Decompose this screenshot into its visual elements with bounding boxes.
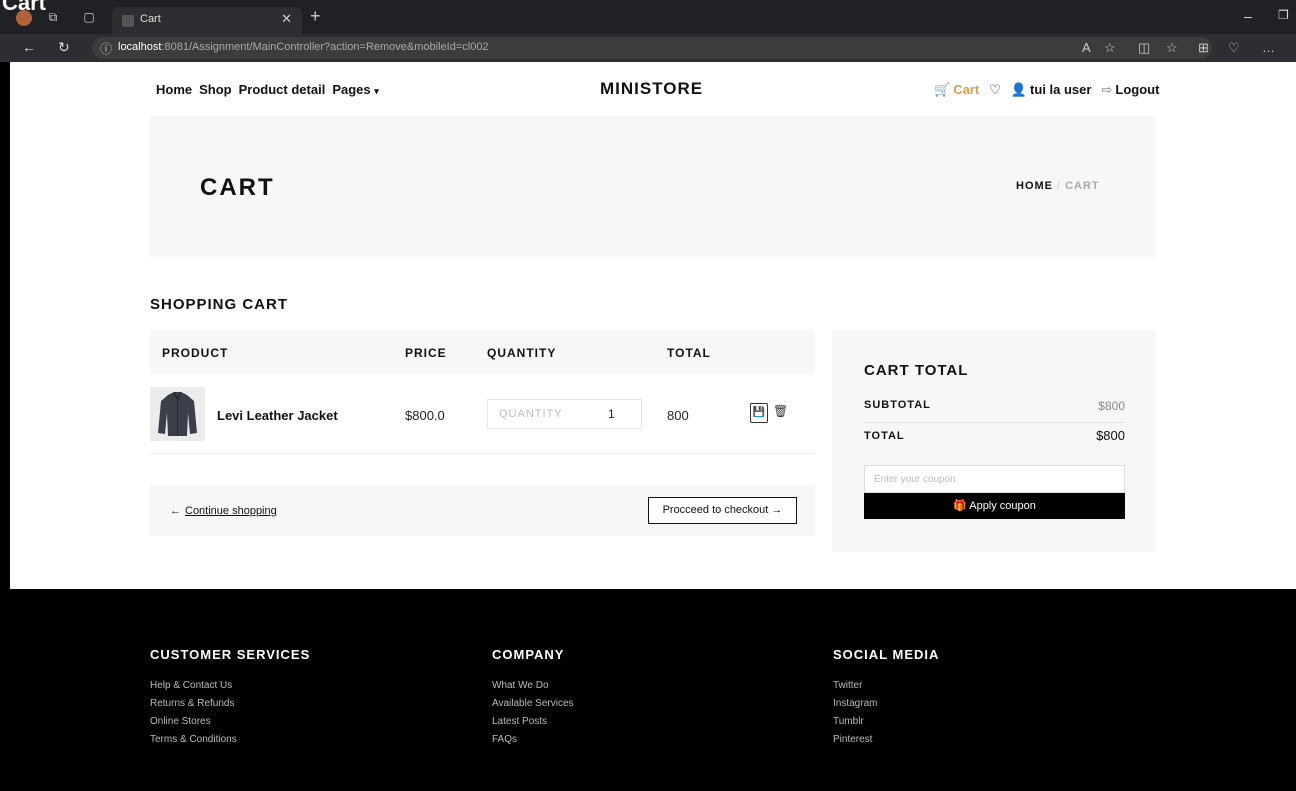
footer-link[interactable]: Returns & Refunds <box>150 695 310 713</box>
nav-user[interactable]: 👤 tui la user <box>1011 82 1092 98</box>
product-name[interactable]: Levi Leather Jacket <box>217 408 338 423</box>
favicon-icon <box>122 15 134 27</box>
minimize-icon[interactable]: – <box>1244 8 1252 24</box>
trash-icon[interactable]: 🗑 <box>773 404 788 418</box>
header-quantity: QUANTITY <box>487 346 557 360</box>
nav-shop[interactable]: Shop <box>199 82 232 97</box>
table-row: Levi Leather Jacket $800.0 QUANTITY 1 80… <box>150 382 815 454</box>
favorites-icon[interactable]: ☆ <box>1166 40 1178 56</box>
browser-tab-cart[interactable]: Cart ✕ <box>112 7 302 34</box>
logout-icon: ⇨ <box>1101 82 1113 97</box>
total-row: TOTAL $800 <box>864 428 1125 443</box>
header-price: PRICE <box>405 346 447 360</box>
read-aloud-icon[interactable]: A <box>1082 40 1091 55</box>
header-total: TOTAL <box>667 346 711 360</box>
arrow-left-icon: ← <box>170 505 181 517</box>
nav-home[interactable]: Home <box>156 82 192 97</box>
breadcrumb-current: CART <box>1065 180 1100 192</box>
main-menu: Home Shop Product detail Pages ▾ <box>156 82 379 97</box>
footer-link[interactable]: What We Do <box>492 677 574 695</box>
page-banner: CART HOME / CART <box>150 116 1156 257</box>
cart-table-header: PRODUCT PRICE QUANTITY TOTAL <box>150 330 815 374</box>
chevron-down-icon: ▾ <box>374 86 379 96</box>
nav-cart[interactable]: 🛒 Cart <box>934 82 979 98</box>
footer-link[interactable]: Instagram <box>833 695 939 713</box>
back-icon[interactable]: ← <box>22 39 36 55</box>
cart-icon: 🛒 <box>934 82 951 97</box>
nav-logout[interactable]: ⇨ Logout <box>1101 82 1159 98</box>
quantity-value: 1 <box>608 407 615 421</box>
user-nav: 🛒 Cart ♡ 👤 tui la user ⇨ Logout <box>934 82 1159 98</box>
cart-total-panel: CART TOTAL SUBTOTAL $800 TOTAL $800 Ente… <box>832 330 1156 552</box>
footer-heading: SOCIAL MEDIA <box>833 647 940 662</box>
coupon-placeholder: Enter your coupon <box>874 474 956 485</box>
maximize-icon[interactable]: ❐ <box>1278 8 1289 22</box>
site-info-icon[interactable]: ⓘ <box>100 40 112 57</box>
window-overlay-title: Cart <box>2 0 47 15</box>
total-label: TOTAL <box>864 430 905 442</box>
footer-link[interactable]: Latest Posts <box>492 713 574 731</box>
breadcrumb-home[interactable]: HOME <box>1016 180 1053 192</box>
wishlist-heart-icon[interactable]: ♡ <box>989 82 1001 98</box>
more-icon[interactable]: … <box>1262 40 1275 55</box>
product-price: $800.0 <box>405 408 445 423</box>
footer-link[interactable]: Help & Contact Us <box>150 677 310 695</box>
extensions-icon[interactable]: ♡ <box>1228 40 1240 56</box>
subtotal-value: $800 <box>1098 399 1125 413</box>
breadcrumb-separator: / <box>1057 180 1062 192</box>
url-text: localhost:8081/Assignment/MainController… <box>118 41 489 53</box>
collections-icon[interactable]: ⊞ <box>1198 40 1209 56</box>
browser-tabbar: ⧉ ▢ Cart ✕ + – ❐ Cart <box>0 0 1296 34</box>
tab-actions-icon[interactable]: ▢ <box>82 10 96 24</box>
split-screen-icon[interactable]: ◫ <box>1138 40 1150 56</box>
page: Home Shop Product detail Pages ▾ MINISTO… <box>10 62 1296 791</box>
footer-link[interactable]: Tumblr <box>833 713 939 731</box>
footer-social-media: SOCIAL MEDIA Twitter Instagram Tumblr Pi… <box>833 647 939 749</box>
top-nav: Home Shop Product detail Pages ▾ MINISTO… <box>10 62 1296 116</box>
footer-heading: CUSTOMER SERVICES <box>150 647 311 662</box>
footer-link[interactable]: FAQs <box>492 731 574 749</box>
quantity-input[interactable]: QUANTITY 1 <box>487 399 642 429</box>
subtotal-label: SUBTOTAL <box>864 399 931 411</box>
gift-icon: 🎁 <box>953 500 967 512</box>
url-field[interactable]: ⓘ localhost:8081/Assignment/MainControll… <box>92 37 1212 59</box>
site-footer: CUSTOMER SERVICES Help & Contact Us Retu… <box>10 589 1296 791</box>
page-title: CART <box>200 174 275 201</box>
footer-link[interactable]: Pinterest <box>833 731 939 749</box>
close-tab-icon[interactable]: ✕ <box>281 11 292 27</box>
apply-coupon-button[interactable]: 🎁 Apply coupon <box>864 493 1125 519</box>
arrow-right-icon: → <box>771 504 783 516</box>
save-icon[interactable]: 💾 <box>750 403 768 423</box>
user-icon: 👤 <box>1010 82 1028 97</box>
product-image <box>150 387 205 441</box>
tab-title: Cart <box>140 13 161 25</box>
proceed-to-checkout-button[interactable]: Procceed to checkout → <box>648 497 797 524</box>
quantity-placeholder: QUANTITY <box>499 408 563 420</box>
shopping-cart-title: SHOPPING CART <box>150 296 289 313</box>
continue-shopping-link[interactable]: ← Continue shopping <box>170 505 277 517</box>
footer-link[interactable]: Online Stores <box>150 713 310 731</box>
site-logo[interactable]: MINISTORE <box>600 79 703 99</box>
footer-heading: COMPANY <box>492 647 565 662</box>
footer-company: COMPANY What We Do Available Services La… <box>492 647 574 749</box>
nav-product-detail[interactable]: Product detail <box>239 82 326 97</box>
nav-pages[interactable]: Pages ▾ <box>332 82 378 97</box>
coupon-input[interactable]: Enter your coupon <box>864 465 1125 493</box>
browser-addressbar: ← ↻ ⓘ localhost:8081/Assignment/MainCont… <box>0 34 1296 62</box>
new-tab-icon[interactable]: + <box>310 6 321 27</box>
footer-customer-services: CUSTOMER SERVICES Help & Contact Us Retu… <box>150 647 310 749</box>
footer-link[interactable]: Terms & Conditions <box>150 731 310 749</box>
footer-link[interactable]: Twitter <box>833 677 939 695</box>
total-value: $800 <box>1096 428 1125 443</box>
line-total: 800 <box>667 408 689 423</box>
subtotal-row: SUBTOTAL $800 <box>864 399 1125 423</box>
footer-link[interactable]: Available Services <box>492 695 574 713</box>
reload-icon[interactable]: ↻ <box>58 39 70 56</box>
workspaces-icon[interactable]: ⧉ <box>46 10 60 24</box>
cart-actions-bar: ← Continue shopping Procceed to checkout … <box>150 485 815 536</box>
breadcrumb: HOME / CART <box>1016 180 1100 192</box>
favorite-star-icon[interactable]: ☆ <box>1104 40 1116 56</box>
header-product: PRODUCT <box>162 346 229 360</box>
cart-total-title: CART TOTAL <box>864 362 969 379</box>
